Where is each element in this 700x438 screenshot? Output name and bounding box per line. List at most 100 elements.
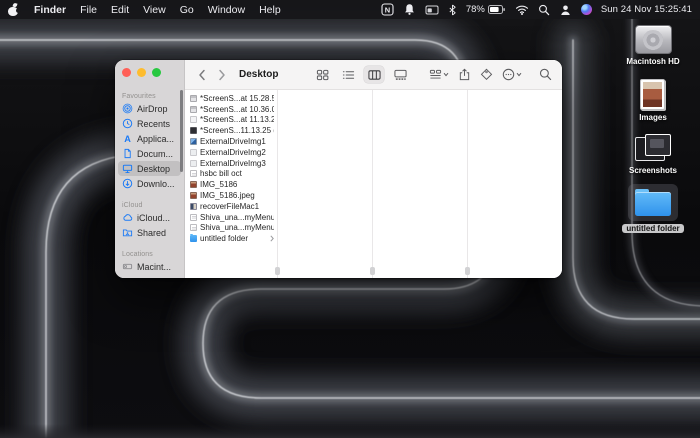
finder-toolbar: Desktop [185,60,562,90]
sidebar-item-airdrop[interactable]: AirDrop [118,101,181,116]
file-name: Shiva_una...myMenu1 [200,212,274,222]
desktop-icon-label: Macintosh HD [626,57,680,66]
sidebar-item-applications[interactable]: A Applica... [118,131,181,146]
minimize-button[interactable] [137,68,146,77]
file-row[interactable]: *ScreenS...11.13.25 (2) [185,125,277,136]
file-row[interactable]: *ScreenS...at 10.36.08 [185,104,277,115]
list-view-button[interactable] [338,66,358,83]
file-row-untitled-folder[interactable]: untitled folder [185,233,277,244]
menu-bar-clock[interactable]: Sun 24 Nov 15:25:41 [601,4,692,15]
file-row[interactable]: hsbc bill oct [185,169,277,180]
menu-view[interactable]: View [143,4,166,16]
file-row[interactable]: ExternalDriveImg1 [185,136,277,147]
desktop-icon-screenshots[interactable]: Screenshots [629,134,677,175]
folder-file-icon [190,234,197,243]
menu-bar-status: N 78% Sun 24 Nov 15:25:41 [381,3,692,17]
file-name: hsbc bill oct [200,169,242,179]
file-name: *ScreenS...at 15.28.56 [200,93,274,103]
sidebar-item-macintosh-hd[interactable]: Macint... [118,259,181,274]
gallery-view-button[interactable] [390,66,410,83]
search-button[interactable] [539,66,552,84]
finder-window: Favourites AirDrop Recents A Applica... … [115,60,562,278]
menu-finder[interactable]: Finder [34,4,66,16]
sidebar-item-desktop[interactable]: Desktop [118,161,181,176]
image-thumbnail-icon [190,181,197,189]
finder-sidebar: Favourites AirDrop Recents A Applica... … [115,60,185,278]
forward-button[interactable] [215,66,229,84]
sidebar-item-label: Shared [137,227,167,238]
sidebar-section-favourites: Favourites AirDrop Recents A Applica... … [115,91,184,191]
sidebar-section-icloud: iCloud iCloud... Shared [115,200,184,240]
file-row[interactable]: Shiva_una...myMenu1 [185,212,277,223]
sidebar-item-icloud-drive[interactable]: iCloud... [118,210,181,225]
notion-app-icon[interactable]: N [381,3,394,17]
user-switching-icon[interactable] [559,3,572,17]
column-view-button[interactable] [364,66,384,83]
sidebar-scrollbar[interactable] [179,90,183,172]
share-button[interactable] [458,66,471,84]
sidebar-item-shared[interactable]: Shared [118,225,181,240]
screenshot-thumbnail-icon [190,116,197,124]
menu-bar-left: Finder File Edit View Go Window Help [8,2,281,16]
desktop-icon-label: untitled folder [622,224,684,233]
desktop-icon-column: Macintosh HD Images Screenshots untitled… [620,25,686,233]
file-row[interactable]: ExternalDriveImg2 [185,147,277,158]
more-actions-button[interactable] [502,66,522,84]
apple-menu-icon[interactable] [8,2,21,16]
shared-folder-icon [122,229,133,237]
app-window-icon[interactable] [425,3,439,17]
desktop-icon-label: Images [639,113,667,122]
sidebar-item-recents[interactable]: Recents [118,116,181,131]
battery-status[interactable]: 78% [466,4,506,15]
column-view-content: *ScreenS...at 15.28.56 *ScreenS...at 10.… [185,90,562,278]
zoom-button[interactable] [152,68,161,77]
sidebar-item-documents[interactable]: Docum... [118,146,181,161]
image-thumbnail-icon [190,202,197,210]
file-row[interactable]: *ScreenS...at 11.13.25 [185,115,277,126]
sidebar-item-label: Recents [137,118,171,129]
tag-button[interactable] [480,66,493,84]
desktop-icon-untitled-folder[interactable]: untitled folder [622,184,684,233]
desktop-icon-images[interactable]: Images [639,79,667,122]
spotlight-search-icon[interactable] [538,3,550,17]
file-row[interactable]: IMG_5186.jpeg [185,190,277,201]
file-row[interactable]: *ScreenS...at 15.28.56 [185,93,277,104]
desktop-icon-macintosh-hd[interactable]: Macintosh HD [626,25,680,66]
file-column-4 [468,90,562,278]
sidebar-item-label: Applica... [137,133,175,144]
view-switcher [312,66,410,83]
image-thumbnail-icon [190,138,197,146]
notification-bell-icon[interactable] [403,3,416,17]
file-name: ExternalDriveImg1 [200,137,266,147]
document-file-icon [190,224,197,232]
sidebar-item-downloads[interactable]: Downlo... [118,176,181,191]
file-name: Shiva_una...myMenu2 [200,223,274,233]
close-button[interactable] [122,68,131,77]
desktop-icon-label: Screenshots [628,166,678,175]
back-button[interactable] [195,66,209,84]
document-file-icon [190,213,197,221]
airdrop-icon [122,103,133,114]
file-row[interactable]: ExternalDriveImg3 [185,158,277,169]
toolbar-actions [312,66,552,84]
file-name: *ScreenS...at 10.36.08 [200,104,274,114]
sidebar-section-locations: Locations Macint... [115,249,184,274]
file-row[interactable]: IMG_5186 [185,179,277,190]
icon-view-button[interactable] [312,66,332,83]
window-title: Desktop [239,69,279,80]
menu-window[interactable]: Window [208,4,245,16]
file-name: *ScreenS...11.13.25 (2) [200,126,274,136]
menu-edit[interactable]: Edit [111,4,129,16]
file-name: untitled folder [200,234,249,244]
file-row[interactable]: Shiva_una...myMenu2 [185,223,277,234]
menu-help[interactable]: Help [259,4,281,16]
finder-main: Desktop *ScreenS...at 15.28.56 *ScreenS.… [185,60,562,278]
wifi-icon[interactable] [515,3,529,17]
bluetooth-icon[interactable] [448,3,457,17]
siri-icon[interactable] [580,4,592,15]
menu-file[interactable]: File [80,4,97,16]
file-name: recoverFileMac1 [200,201,260,211]
menu-go[interactable]: Go [180,4,194,16]
group-by-button[interactable] [429,66,449,84]
file-row[interactable]: recoverFileMac1 [185,201,277,212]
